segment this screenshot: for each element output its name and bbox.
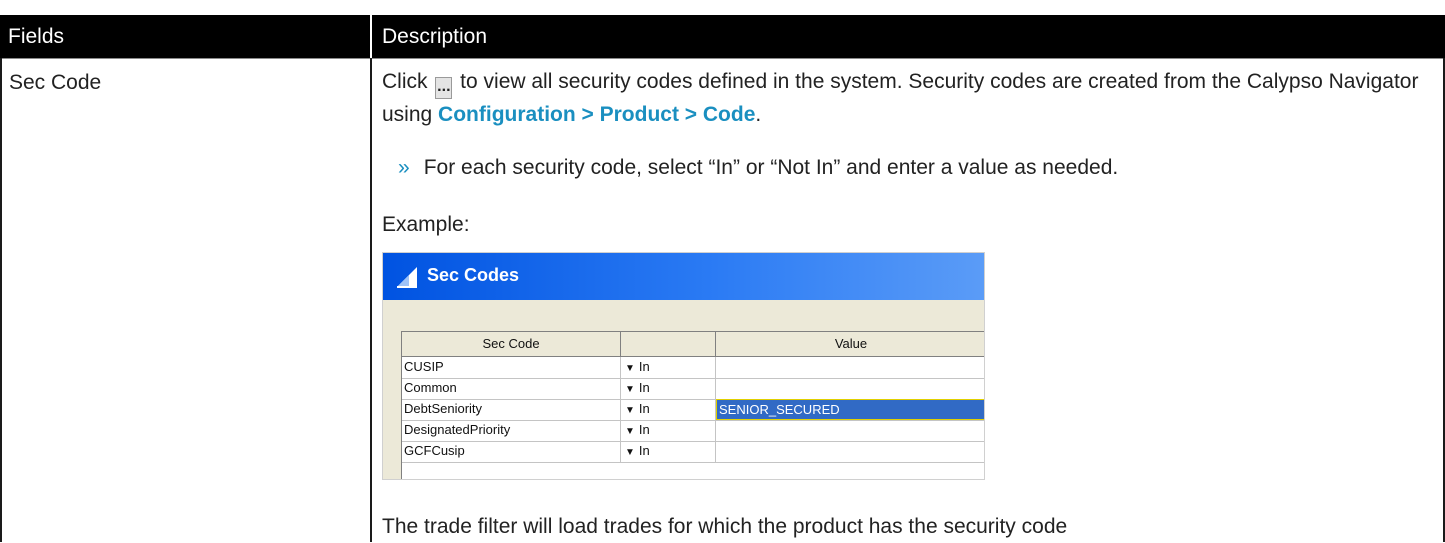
header-description: Description: [372, 15, 1445, 58]
sec-code-cell: DebtSeniority: [402, 399, 621, 420]
table-border-left: [0, 58, 2, 542]
sec-code-cell: DesignatedPriority: [402, 420, 621, 441]
table-row: Common ▼ In: [402, 378, 984, 400]
table-row: GCFCusip ▼ In: [402, 441, 984, 463]
column-header-operator: [621, 332, 716, 356]
dropdown-arrow-icon: ▼: [625, 363, 635, 374]
sec-code-cell: GCFCusip: [402, 441, 621, 462]
window-title-bar: Sec Codes: [383, 253, 984, 300]
intro-text-end: .: [755, 103, 762, 126]
sec-code-cell: Common: [402, 378, 621, 399]
app-window-icon: [397, 267, 417, 288]
column-divider: [370, 58, 372, 542]
table-row: CUSIP ▼ In: [402, 357, 984, 379]
fields-table: Fields Description Sec Code Click ... to…: [0, 0, 1445, 542]
row-divider: [0, 58, 1445, 59]
column-header-value: Value: [716, 332, 984, 356]
menu-path-link: Configuration > Product > Code: [438, 103, 756, 126]
sec-codes-screenshot: Sec Codes Sec Code Value CUSIP ▼ In Commo…: [382, 252, 985, 480]
description-intro: Click ... to view all security codes def…: [382, 66, 1422, 131]
intro-text-start: Click: [382, 70, 434, 93]
operator-cell: ▼ In: [621, 420, 716, 441]
window-title: Sec Codes: [427, 265, 520, 285]
operator-value: In: [638, 401, 650, 416]
sec-code-cell: CUSIP: [402, 357, 621, 378]
value-cell: [716, 441, 984, 462]
example-label: Example:: [382, 213, 470, 236]
column-header-sec-code: Sec Code: [402, 332, 621, 356]
trailing-description: The trade filter will load trades for wh…: [382, 515, 1068, 538]
table-row: DesignatedPriority ▼ In: [402, 420, 984, 442]
value-cell-selected: SENIOR_SECURED: [716, 399, 984, 420]
operator-value: In: [638, 422, 650, 437]
operator-value: In: [638, 380, 650, 395]
bullet-marker: »: [398, 156, 410, 179]
bullet-text: For each security code, select “In” or “…: [423, 156, 1119, 179]
operator-cell: ▼ In: [621, 441, 716, 462]
field-name-cell: Sec Code: [9, 71, 102, 94]
dropdown-arrow-icon: ▼: [625, 447, 635, 458]
value-cell: [716, 420, 984, 441]
operator-cell: ▼ In: [621, 399, 716, 420]
grid-header: Sec Code Value: [402, 332, 984, 357]
table-row: DebtSeniority ▼ In SENIOR_SECURED: [402, 399, 984, 421]
sec-codes-grid: Sec Code Value CUSIP ▼ In Common ▼ In Debt…: [401, 331, 984, 479]
bullet-item: » For each security code, select “In” or …: [398, 156, 1118, 180]
operator-value: In: [638, 359, 650, 374]
value-cell: [716, 357, 984, 378]
value-cell: [716, 378, 984, 399]
dropdown-arrow-icon: ▼: [625, 405, 635, 416]
dropdown-arrow-icon: ▼: [625, 384, 635, 395]
ellipsis-button-image: ...: [435, 77, 453, 99]
dropdown-arrow-icon: ▼: [625, 426, 635, 437]
operator-value: In: [638, 443, 650, 458]
operator-cell: ▼ In: [621, 357, 716, 378]
header-fields: Fields: [0, 15, 370, 58]
operator-cell: ▼ In: [621, 378, 716, 399]
